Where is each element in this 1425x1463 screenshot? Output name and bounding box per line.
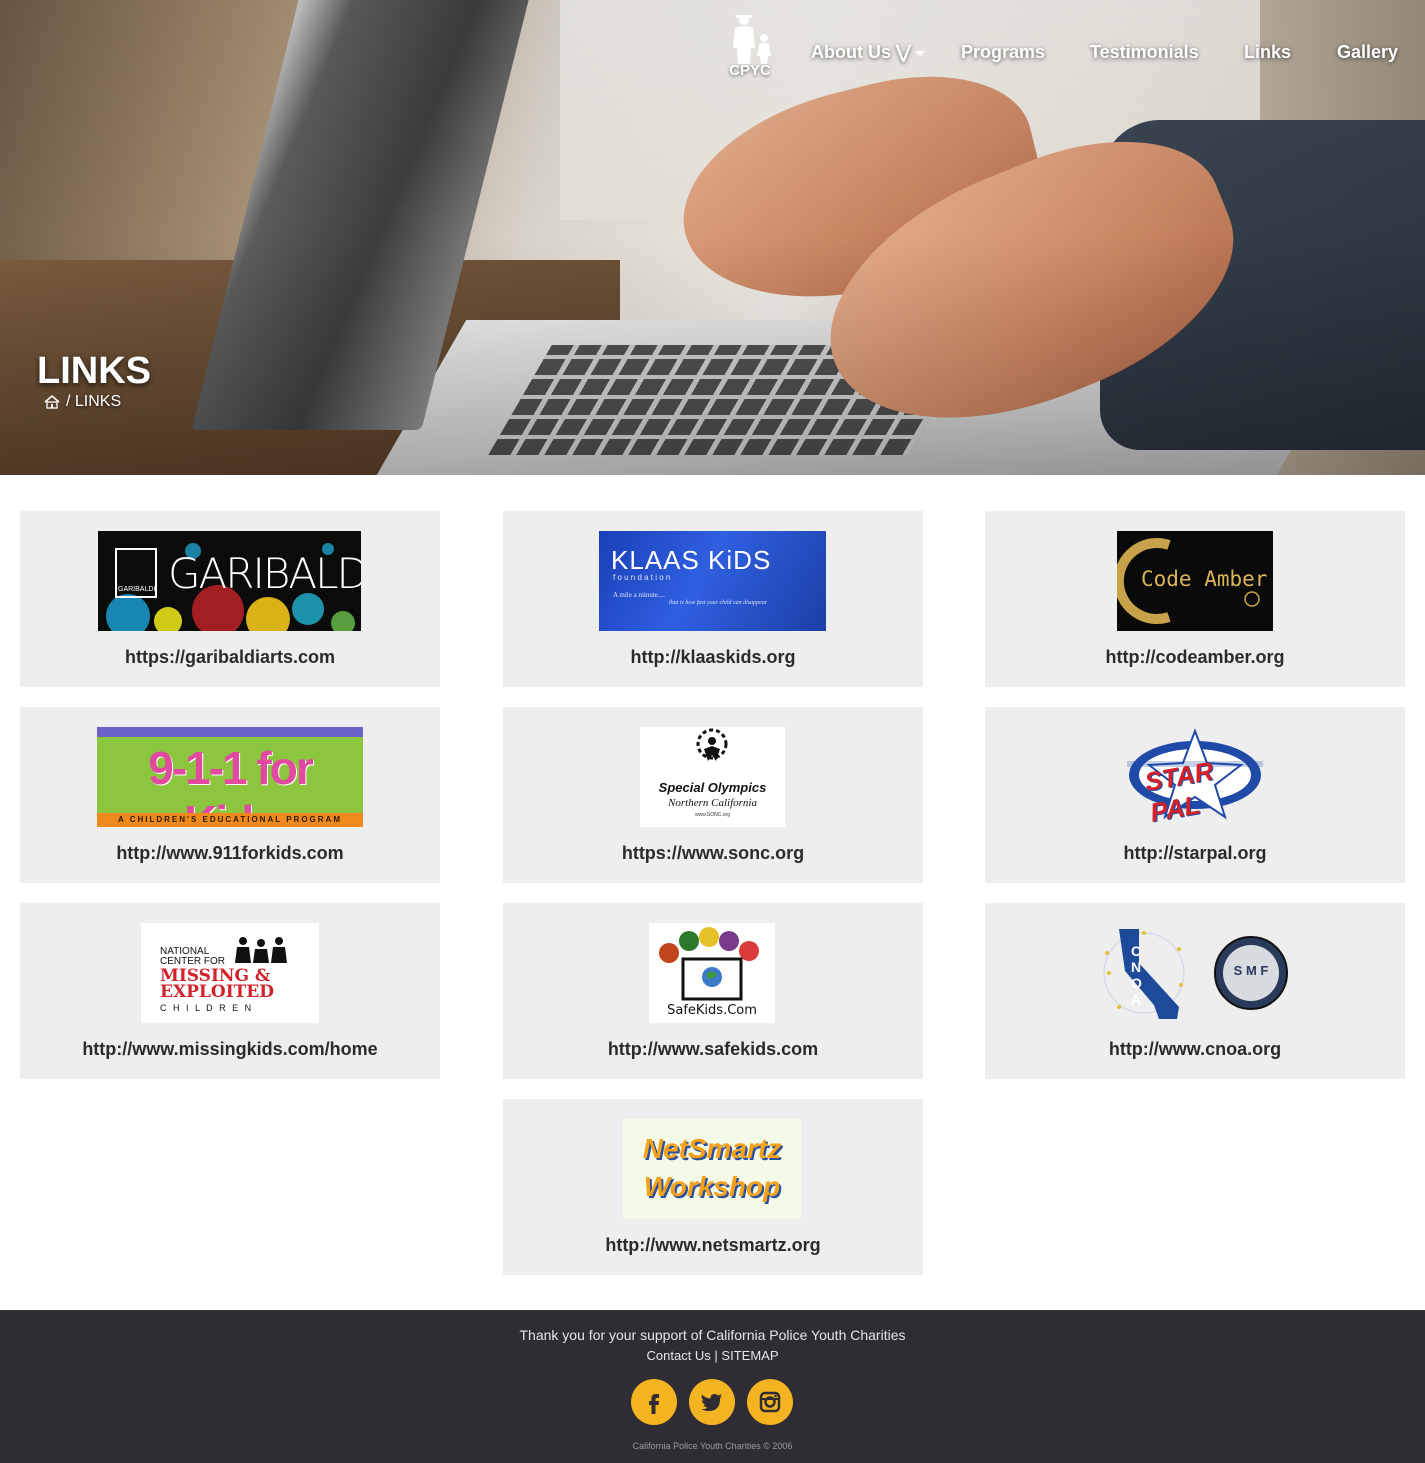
instagram-icon	[759, 1391, 781, 1413]
link-url[interactable]: http://www.911forkids.com	[20, 843, 440, 864]
special-olympics-figure-icon	[696, 728, 728, 761]
breadcrumb-current: / LINKS	[66, 393, 122, 410]
codeamber-logo-text: Code Amber	[1141, 567, 1268, 591]
link-card-sonc[interactable]: Special Olympics Northern California www…	[503, 707, 923, 883]
link-card-netsmartz[interactable]: NetSmartz Workshop http://www.netsmartz.…	[503, 1099, 923, 1275]
home-icon[interactable]	[44, 395, 60, 409]
starpal-logo: STAR PAL	[1127, 727, 1263, 827]
link-card-starpal[interactable]: STAR PAL http://starpal.org	[985, 707, 1405, 883]
link-url[interactable]: http://www.netsmartz.org	[503, 1235, 923, 1256]
klaaskids-logo-tag: A mile a minute....	[613, 591, 665, 599]
garibaldi-logo: GARIBALDI GARIBALDI	[98, 531, 361, 631]
footer-thanks: Thank you for your support of California…	[519, 1327, 906, 1343]
facebook-icon	[649, 1394, 659, 1414]
footer-copyright: California Police Youth Charities © 2006	[632, 1441, 793, 1451]
missingkids-logo-tag: C H I L D R E N	[160, 1003, 254, 1013]
link-url[interactable]: http://www.cnoa.org	[985, 1039, 1405, 1060]
link-url[interactable]: https://garibaldiarts.com	[20, 647, 440, 668]
caret-down-icon	[914, 50, 925, 56]
safekids-logo-art	[659, 927, 759, 1001]
link-card-klaaskids[interactable]: KLAAS KiDS f o u n d a t i o n A mile a …	[503, 511, 923, 687]
nav-gallery[interactable]: Gallery	[1337, 42, 1398, 63]
cnoa-logo: C N O A S M F	[1099, 923, 1291, 1023]
911forkids-logo-sub: A CHILDREN'S EDUCATIONAL PROGRAM	[97, 813, 363, 827]
link-url[interactable]: http://www.safekids.com	[503, 1039, 923, 1060]
cnoa-logo-text: C N O A	[1131, 943, 1142, 1007]
missingkids-logo: NATIONAL CENTER FOR MISSING & EXPLOITED …	[141, 923, 319, 1023]
hero-bg-shade	[0, 0, 1425, 475]
nav-testimonials[interactable]: Testimonials	[1090, 42, 1199, 63]
breadcrumb: / LINKS	[44, 393, 121, 411]
link-card-missingkids[interactable]: NATIONAL CENTER FOR MISSING & EXPLOITED …	[20, 903, 440, 1079]
sonc-logo: Special Olympics Northern California www…	[640, 727, 785, 827]
nav-links[interactable]: Links	[1244, 42, 1291, 63]
klaaskids-logo-text: KLAAS KiDS	[611, 545, 772, 575]
safekids-logo: SafeKids.Com	[649, 923, 775, 1023]
garibaldi-logo-text: GARIBALDI	[168, 549, 361, 598]
garibaldi-logo-sub: GARIBALDI	[118, 586, 156, 593]
911forkids-logo: 9-1-1 for Kids A CHILDREN'S EDUCATIONAL …	[97, 727, 363, 827]
site-footer: Thank you for your support of California…	[0, 1310, 1425, 1463]
link-url[interactable]: https://www.sonc.org	[503, 843, 923, 864]
officer-child-logo-icon	[733, 15, 771, 64]
page-title: LINKS	[37, 350, 151, 392]
sonc-logo-sub: Northern California	[668, 797, 757, 809]
missingkids-logo-text: NATIONAL CENTER FOR	[160, 946, 225, 967]
klaaskids-logo: KLAAS KiDS f o u n d a t i o n A mile a …	[599, 531, 826, 631]
instagram-button[interactable]	[747, 1379, 793, 1425]
footer-links: Contact Us | SITEMAP	[0, 1348, 1425, 1363]
911forkids-logo-stripe	[97, 727, 363, 737]
footer-contact-link[interactable]: Contact Us	[647, 1348, 711, 1363]
netsmartz-logo-sub: Workshop	[643, 1171, 781, 1202]
klaaskids-logo-tag2: that is how fast your child can disappea…	[669, 600, 768, 606]
netsmartz-logo: NetSmartz Workshop	[623, 1119, 801, 1219]
link-card-911forkids[interactable]: 9-1-1 for Kids A CHILDREN'S EDUCATIONAL …	[20, 707, 440, 883]
twitter-button[interactable]	[689, 1379, 735, 1425]
netsmartz-logo-text: NetSmartz	[642, 1133, 782, 1164]
logo-text: CPYC	[729, 62, 771, 79]
nav-programs[interactable]: Programs	[961, 42, 1045, 63]
klaaskids-logo-sub: f o u n d a t i o n	[613, 573, 671, 582]
link-card-garibaldi[interactable]: GARIBALDI GARIBALDI https://garibaldiart…	[20, 511, 440, 687]
sonc-logo-tag: www.SONC.org	[694, 812, 730, 818]
nav-about-us[interactable]: About Us ⋁	[811, 42, 925, 63]
footer-sitemap-link[interactable]: SITEMAP	[721, 1348, 778, 1363]
sonc-logo-text: Special Olympics	[658, 780, 767, 795]
twitter-icon	[701, 1394, 722, 1411]
safekids-logo-text: SafeKids.Com	[667, 1003, 757, 1018]
link-url[interactable]: http://www.missingkids.com/home	[20, 1039, 440, 1060]
codeamber-logo: Code Amber	[1117, 531, 1273, 631]
missingkids-logo-sub: MISSING & EXPLOITED	[160, 966, 274, 1002]
link-url[interactable]: http://starpal.org	[985, 843, 1405, 864]
footer-separator: |	[710, 1348, 722, 1363]
link-url[interactable]: http://klaaskids.org	[503, 647, 923, 668]
link-url[interactable]: http://codeamber.org	[985, 647, 1405, 668]
link-card-codeamber[interactable]: Code Amber http://codeamber.org	[985, 511, 1405, 687]
site-logo[interactable]: CPYC	[722, 14, 778, 80]
facebook-button[interactable]	[631, 1379, 677, 1425]
nav-about-us-label: About Us ⋁	[811, 42, 911, 62]
hero-banner	[0, 0, 1425, 475]
link-card-cnoa[interactable]: C N O A S M F http://www.cnoa.org	[985, 903, 1405, 1079]
cnoa-logo-sub: S M F	[1233, 963, 1269, 978]
link-card-safekids[interactable]: SafeKids.Com http://www.safekids.com	[503, 903, 923, 1079]
